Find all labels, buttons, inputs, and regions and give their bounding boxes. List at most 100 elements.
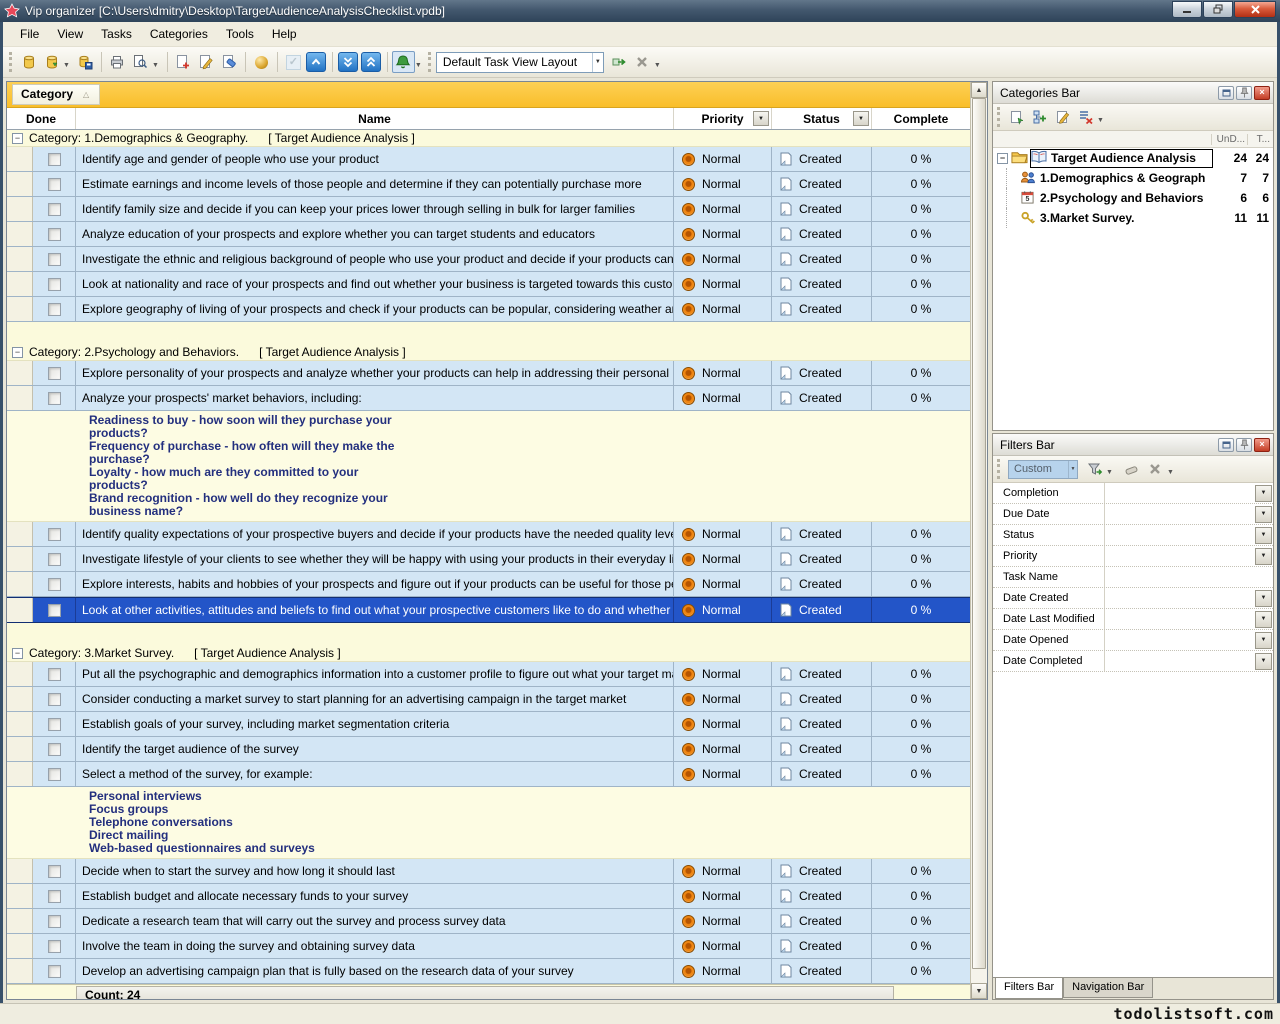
task-name[interactable]: Explore geography of living of your pros… (76, 297, 674, 321)
column-header-done[interactable]: Done (7, 108, 76, 129)
task-row[interactable]: Look at nationality and race of your pro… (7, 272, 970, 297)
task-done-checkbox[interactable] (48, 278, 61, 291)
status-cell[interactable]: Created (772, 147, 872, 171)
task-name[interactable]: Identify age and gender of people who us… (76, 147, 674, 171)
menu-tasks[interactable]: Tasks (92, 23, 141, 45)
status-cell[interactable]: Created (772, 172, 872, 196)
vertical-scrollbar[interactable]: ▲ ▼ (970, 82, 987, 999)
task-row[interactable]: Consider conducting a market survey to s… (7, 687, 970, 712)
task-name[interactable]: Explore interests, habits and hobbies of… (76, 572, 674, 596)
tab-navigation-bar[interactable]: Navigation Bar (1063, 978, 1153, 998)
filter-dropdown-icon[interactable]: ▼ (1255, 527, 1272, 544)
priority-cell[interactable]: Normal (674, 959, 772, 983)
tree-column-undone[interactable]: UnD... (1211, 134, 1247, 145)
task-row[interactable]: Involve the team in doing the survey and… (7, 934, 970, 959)
task-done-checkbox[interactable] (48, 693, 61, 706)
task-name[interactable]: Establish budget and allocate necessary … (76, 884, 674, 908)
priority-cell[interactable]: Normal (674, 662, 772, 686)
status-cell[interactable]: Created (772, 297, 872, 321)
status-cell[interactable]: Created (772, 762, 872, 786)
task-done-checkbox[interactable] (48, 178, 61, 191)
clear-filter-icon[interactable] (1121, 458, 1144, 480)
print-icon[interactable] (106, 51, 129, 73)
filters-toolbar-overflow-icon[interactable]: ▼ (1167, 469, 1174, 476)
collapse-group-icon[interactable]: − (12, 133, 23, 144)
reminder-dropdown-icon[interactable]: ▼ (415, 62, 422, 69)
edit-category-icon[interactable] (1051, 106, 1074, 128)
priority-cell[interactable]: Normal (674, 197, 772, 221)
filter-dropdown-icon[interactable]: ▼ (1255, 590, 1272, 607)
filters-pin-icon[interactable] (1236, 438, 1252, 452)
status-cell[interactable]: Created (772, 386, 872, 410)
task-row[interactable]: Identify family size and decide if you c… (7, 197, 970, 222)
task-row[interactable]: Put all the psychographic and demographi… (7, 662, 970, 687)
filter-preset-dropdown-icon[interactable]: ▼ (1068, 461, 1077, 478)
column-header-priority[interactable]: Priority▼ (674, 108, 772, 129)
panel-restore-icon[interactable] (1218, 86, 1234, 100)
task-done-checkbox[interactable] (48, 153, 61, 166)
collapse-group-icon[interactable]: − (12, 347, 23, 358)
status-cell[interactable]: Created (772, 687, 872, 711)
task-done-checkbox[interactable] (48, 578, 61, 591)
priority-cell[interactable]: Normal (674, 386, 772, 410)
tree-item-3[interactable]: 3.Market Survey.1111 (993, 208, 1273, 228)
filters-bar-close-icon[interactable]: × (1254, 438, 1270, 452)
status-cell[interactable]: Created (772, 934, 872, 958)
status-cell[interactable]: Created (772, 547, 872, 571)
save-database-icon[interactable] (74, 51, 97, 73)
group-by-category-button[interactable]: Category △ (12, 84, 100, 105)
status-cell[interactable]: Created (772, 361, 872, 385)
task-done-checkbox[interactable] (48, 940, 61, 953)
add-category-icon[interactable] (1005, 106, 1028, 128)
collapse-group-icon[interactable]: − (12, 648, 23, 659)
status-cell[interactable]: Created (772, 247, 872, 271)
status-cell[interactable]: Created (772, 598, 872, 622)
tree-item-root[interactable]: −Target Audience Analysis2424 (993, 148, 1273, 168)
task-done-checkbox[interactable] (48, 768, 61, 781)
task-name[interactable]: Look at other activities, attitudes and … (76, 598, 674, 622)
task-name[interactable]: Explore personality of your prospects an… (76, 361, 674, 385)
task-row[interactable]: Establish budget and allocate necessary … (7, 884, 970, 909)
tree-item-1[interactable]: 1.Demographics & Geograph77 (993, 168, 1273, 188)
menu-view[interactable]: View (48, 23, 92, 45)
print-preview-icon[interactable] (129, 51, 152, 73)
apply-filter-icon[interactable] (1083, 458, 1106, 480)
priority-cell[interactable]: Normal (674, 147, 772, 171)
toolbar-grip-2[interactable] (428, 52, 431, 72)
add-subcategory-icon[interactable] (1028, 106, 1051, 128)
toolbar-overflow-icon[interactable]: ▼ (152, 62, 159, 69)
column-header-name[interactable]: Name (76, 108, 674, 129)
filter-dropdown-icon[interactable]: ▼ (1255, 548, 1272, 565)
tab-filters-bar[interactable]: Filters Bar (995, 978, 1063, 999)
move-top-icon[interactable] (360, 51, 383, 73)
task-row[interactable]: Explore geography of living of your pros… (7, 297, 970, 322)
open-database-icon[interactable] (40, 51, 63, 73)
task-row[interactable]: Analyze education of your prospects and … (7, 222, 970, 247)
task-row[interactable]: Select a method of the survey, for examp… (7, 762, 970, 787)
filters-panel-restore-icon[interactable] (1218, 438, 1234, 452)
task-name[interactable]: Consider conducting a market survey to s… (76, 687, 674, 711)
task-name[interactable]: Decide when to start the survey and how … (76, 859, 674, 883)
status-cell[interactable]: Created (772, 859, 872, 883)
reminder-icon[interactable] (392, 51, 415, 73)
priority-cell[interactable]: Normal (674, 598, 772, 622)
task-name[interactable]: Identify the target audience of the surv… (76, 737, 674, 761)
task-name[interactable]: Put all the psychographic and demographi… (76, 662, 674, 686)
layout-combo-dropdown-icon[interactable]: ▼ (592, 53, 603, 72)
task-done-checkbox[interactable] (48, 367, 61, 380)
status-cell[interactable]: Created (772, 197, 872, 221)
remove-filter-icon[interactable] (1144, 458, 1167, 480)
collapse-tree-icon[interactable]: − (997, 153, 1008, 164)
task-row[interactable]: Identify the target audience of the surv… (7, 737, 970, 762)
categories-toolbar-grip[interactable] (997, 107, 1000, 127)
task-done-checkbox[interactable] (48, 718, 61, 731)
task-name[interactable]: Develop an advertising campaign plan tha… (76, 959, 674, 983)
pin-icon[interactable] (1236, 86, 1252, 100)
task-name[interactable]: Establish goals of your survey, includin… (76, 712, 674, 736)
delete-task-icon[interactable] (218, 51, 241, 73)
task-row[interactable]: Investigate lifestyle of your clients to… (7, 547, 970, 572)
task-row[interactable]: Decide when to start the survey and how … (7, 859, 970, 884)
layout-combo[interactable]: Default Task View Layout ▼ (436, 52, 604, 73)
open-database-dropdown-icon[interactable]: ▼ (63, 62, 70, 69)
categories-toolbar-overflow-icon[interactable]: ▼ (1097, 117, 1104, 124)
